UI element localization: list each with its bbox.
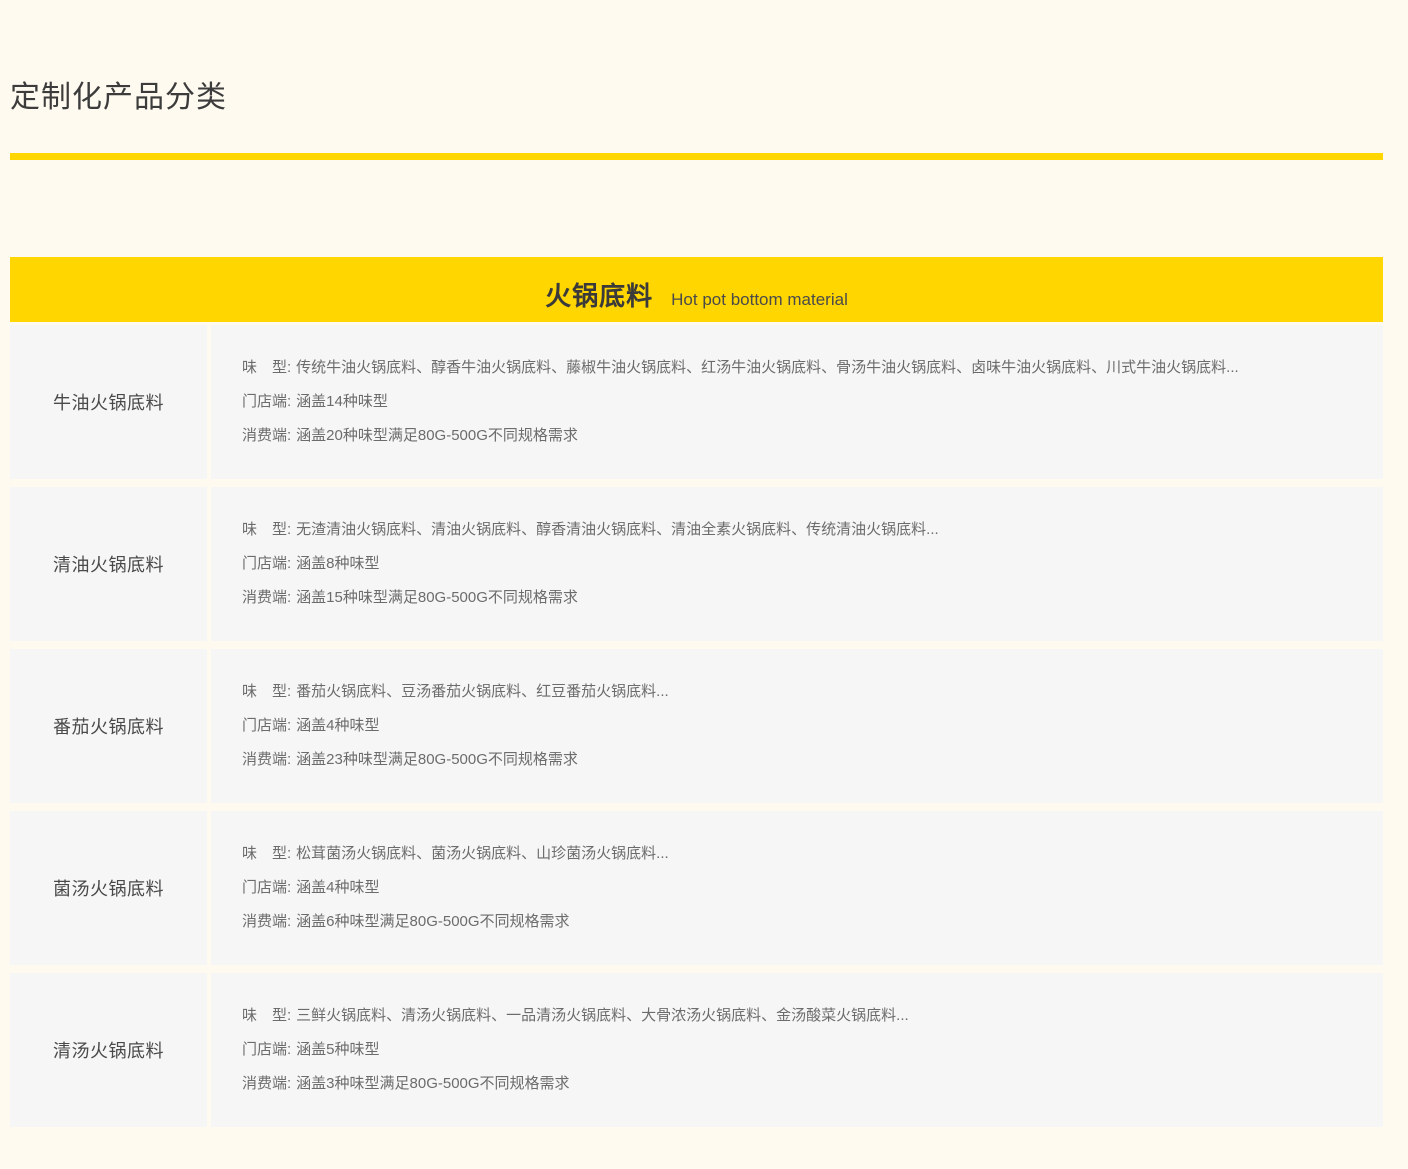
hotpot-section: 火锅底料 Hot pot bottom material 牛油火锅底料 味 型:… (10, 257, 1383, 1127)
section-title: 火锅底料 (545, 276, 653, 313)
store-label: 门店端: (242, 555, 291, 572)
consumer-value: 涵盖3种味型满足80G-500G不同规格需求 (296, 1075, 569, 1092)
table-row-clear-oil: 清油火锅底料 味 型: 无渣清油火锅底料、清油火锅底料、醇香清油火锅底料、清油全素… (10, 487, 1383, 641)
category-table: 牛油火锅底料 味 型: 传统牛油火锅底料、醇香牛油火锅底料、藤椒牛油火锅底料、红汤… (10, 325, 1383, 1127)
section-subtitle: Hot pot bottom material (671, 290, 848, 310)
accent-divider (10, 153, 1383, 160)
store-line: 门店端: 涵盖5种味型 (242, 1040, 1363, 1060)
flavor-line: 味 型: 无渣清油火锅底料、清油火锅底料、醇香清油火锅底料、清油全素火锅底料、传统… (242, 520, 1363, 540)
category-name: 菌汤火锅底料 (10, 811, 207, 965)
flavor-line: 味 型: 松茸菌汤火锅底料、菌汤火锅底料、山珍菌汤火锅底料... (242, 844, 1363, 864)
category-name: 牛油火锅底料 (10, 325, 207, 479)
store-value: 涵盖4种味型 (296, 879, 379, 896)
store-label: 门店端: (242, 1041, 291, 1058)
store-line: 门店端: 涵盖4种味型 (242, 878, 1363, 898)
category-details: 味 型: 三鲜火锅底料、清汤火锅底料、一品清汤火锅底料、大骨浓汤火锅底料、金汤酸菜… (211, 973, 1383, 1127)
consumer-label: 消费端: (242, 1075, 291, 1092)
consumer-line: 消费端: 涵盖20种味型满足80G-500G不同规格需求 (242, 426, 1363, 446)
flavor-label: 味 型: (242, 683, 291, 700)
store-line: 门店端: 涵盖4种味型 (242, 716, 1363, 736)
consumer-line: 消费端: 涵盖6种味型满足80G-500G不同规格需求 (242, 912, 1363, 932)
flavor-line: 味 型: 番茄火锅底料、豆汤番茄火锅底料、红豆番茄火锅底料... (242, 682, 1363, 702)
category-details: 味 型: 无渣清油火锅底料、清油火锅底料、醇香清油火锅底料、清油全素火锅底料、传统… (211, 487, 1383, 641)
flavor-value: 番茄火锅底料、豆汤番茄火锅底料、红豆番茄火锅底料... (296, 683, 669, 700)
page: 定制化产品分类 火锅底料 Hot pot bottom material 牛油火… (0, 0, 1408, 1127)
table-row-beef-tallow: 牛油火锅底料 味 型: 传统牛油火锅底料、醇香牛油火锅底料、藤椒牛油火锅底料、红汤… (10, 325, 1383, 479)
category-details: 味 型: 番茄火锅底料、豆汤番茄火锅底料、红豆番茄火锅底料... 门店端: 涵盖4种… (211, 649, 1383, 803)
category-name: 番茄火锅底料 (10, 649, 207, 803)
consumer-label: 消费端: (242, 913, 291, 930)
consumer-label: 消费端: (242, 589, 291, 606)
category-name: 清汤火锅底料 (10, 973, 207, 1127)
flavor-label: 味 型: (242, 1007, 291, 1024)
store-label: 门店端: (242, 879, 291, 896)
store-label: 门店端: (242, 717, 291, 734)
category-details: 味 型: 松茸菌汤火锅底料、菌汤火锅底料、山珍菌汤火锅底料... 门店端: 涵盖4种… (211, 811, 1383, 965)
flavor-line: 味 型: 三鲜火锅底料、清汤火锅底料、一品清汤火锅底料、大骨浓汤火锅底料、金汤酸菜… (242, 1006, 1363, 1026)
consumer-value: 涵盖20种味型满足80G-500G不同规格需求 (296, 427, 578, 444)
flavor-label: 味 型: (242, 359, 291, 376)
consumer-value: 涵盖15种味型满足80G-500G不同规格需求 (296, 589, 578, 606)
store-value: 涵盖5种味型 (296, 1041, 379, 1058)
flavor-value: 传统牛油火锅底料、醇香牛油火锅底料、藤椒牛油火锅底料、红汤牛油火锅底料、骨汤牛油… (296, 359, 1239, 376)
category-name: 清油火锅底料 (10, 487, 207, 641)
store-value: 涵盖4种味型 (296, 717, 379, 734)
consumer-label: 消费端: (242, 427, 291, 444)
consumer-value: 涵盖23种味型满足80G-500G不同规格需求 (296, 751, 578, 768)
store-label: 门店端: (242, 393, 291, 410)
consumer-value: 涵盖6种味型满足80G-500G不同规格需求 (296, 913, 569, 930)
category-details: 味 型: 传统牛油火锅底料、醇香牛油火锅底料、藤椒牛油火锅底料、红汤牛油火锅底料、… (211, 325, 1383, 479)
consumer-line: 消费端: 涵盖23种味型满足80G-500G不同规格需求 (242, 750, 1363, 770)
flavor-line: 味 型: 传统牛油火锅底料、醇香牛油火锅底料、藤椒牛油火锅底料、红汤牛油火锅底料、… (242, 358, 1363, 378)
flavor-value: 三鲜火锅底料、清汤火锅底料、一品清汤火锅底料、大骨浓汤火锅底料、金汤酸菜火锅底料… (296, 1007, 909, 1024)
consumer-label: 消费端: (242, 751, 291, 768)
flavor-value: 无渣清油火锅底料、清油火锅底料、醇香清油火锅底料、清油全素火锅底料、传统清油火锅… (296, 521, 939, 538)
store-value: 涵盖8种味型 (296, 555, 379, 572)
table-row-tomato: 番茄火锅底料 味 型: 番茄火锅底料、豆汤番茄火锅底料、红豆番茄火锅底料... 门… (10, 649, 1383, 803)
store-value: 涵盖14种味型 (296, 393, 388, 410)
flavor-value: 松茸菌汤火锅底料、菌汤火锅底料、山珍菌汤火锅底料... (296, 845, 669, 862)
consumer-line: 消费端: 涵盖3种味型满足80G-500G不同规格需求 (242, 1074, 1363, 1094)
store-line: 门店端: 涵盖14种味型 (242, 392, 1363, 412)
section-header: 火锅底料 Hot pot bottom material (10, 257, 1383, 322)
flavor-label: 味 型: (242, 521, 291, 538)
store-line: 门店端: 涵盖8种味型 (242, 554, 1363, 574)
page-title: 定制化产品分类 (10, 0, 1383, 116)
consumer-line: 消费端: 涵盖15种味型满足80G-500G不同规格需求 (242, 588, 1363, 608)
flavor-label: 味 型: (242, 845, 291, 862)
table-row-mushroom-soup: 菌汤火锅底料 味 型: 松茸菌汤火锅底料、菌汤火锅底料、山珍菌汤火锅底料... 门… (10, 811, 1383, 965)
table-row-clear-soup: 清汤火锅底料 味 型: 三鲜火锅底料、清汤火锅底料、一品清汤火锅底料、大骨浓汤火锅… (10, 973, 1383, 1127)
